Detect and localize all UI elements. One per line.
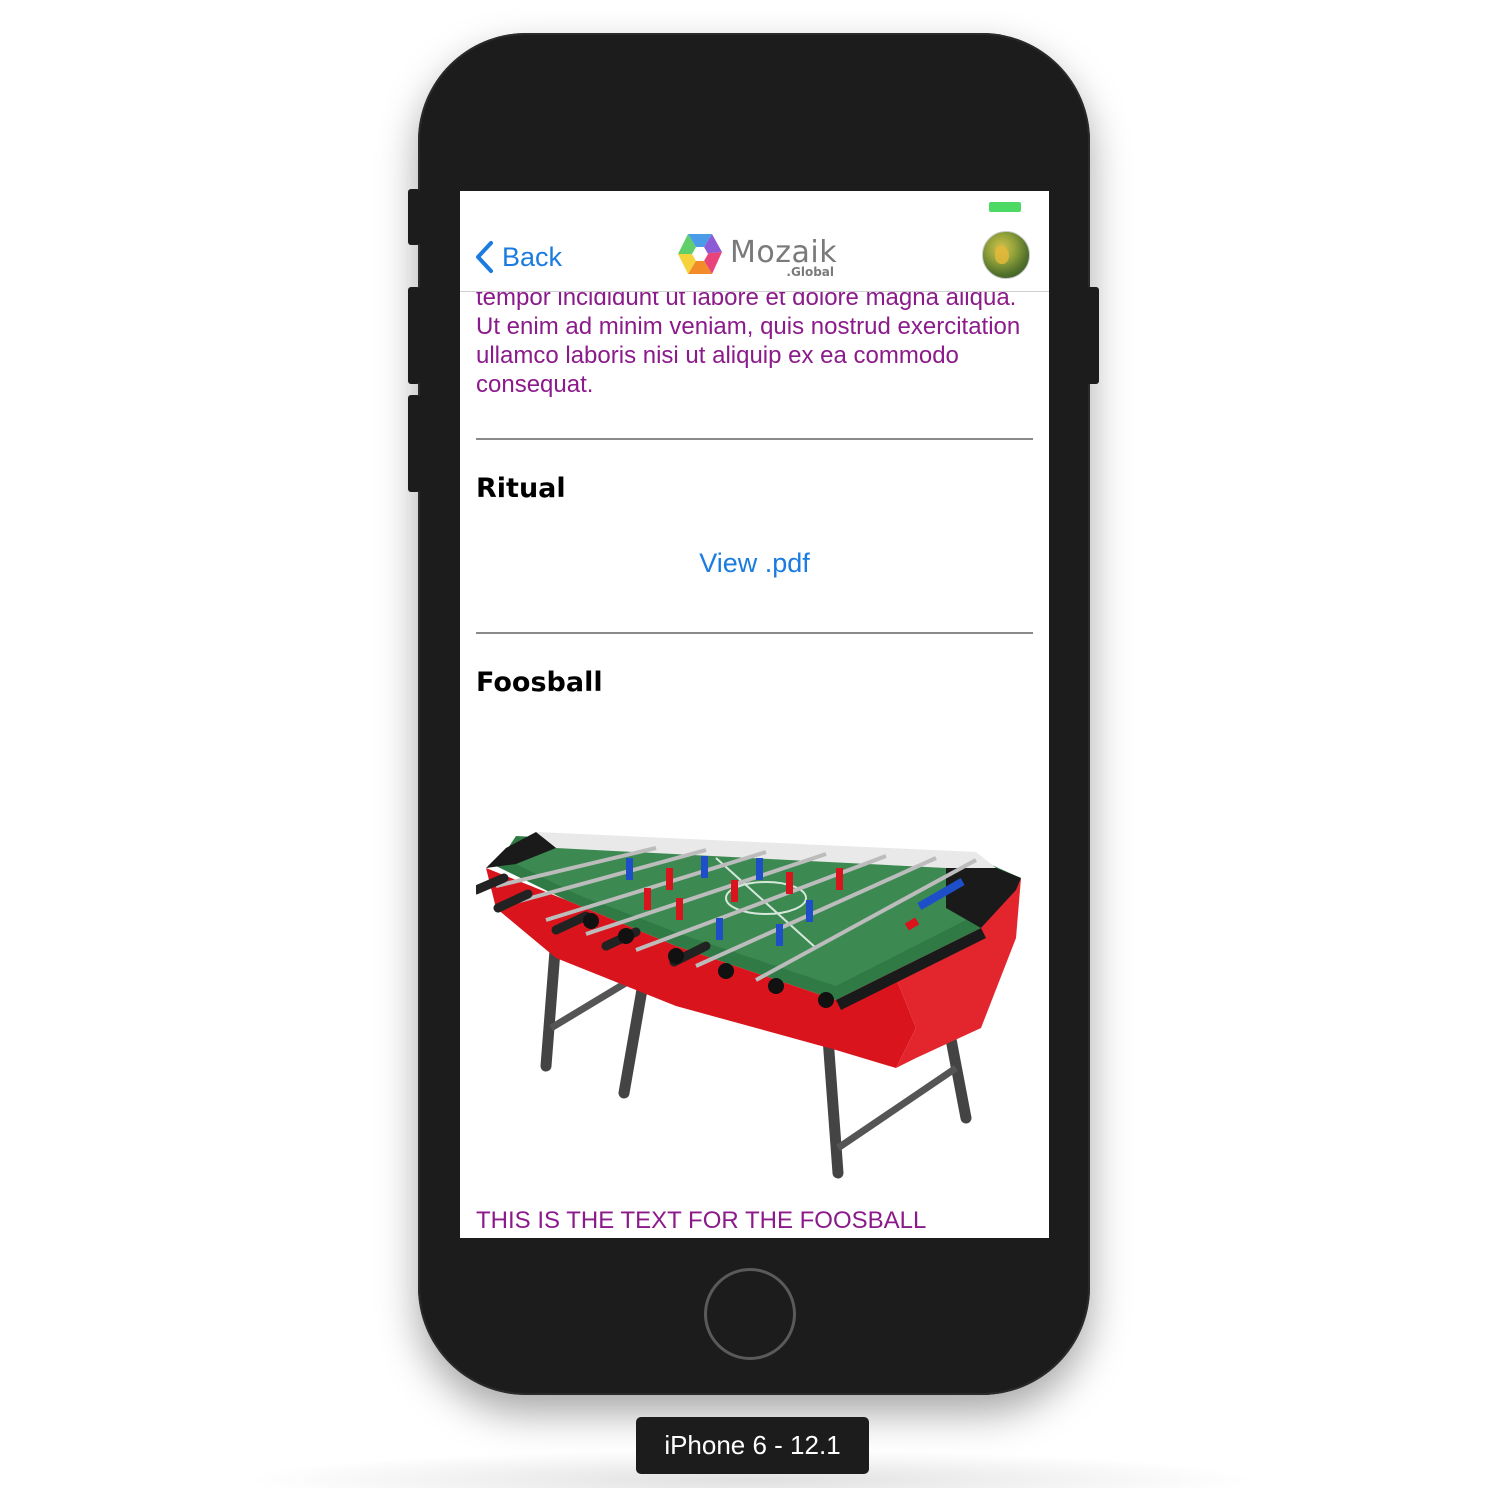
mute-switch bbox=[408, 189, 420, 245]
mozaik-logo: Mozaik .Global bbox=[676, 231, 842, 281]
app-screen: Back Mozaik .Global tempor incididunt ut… bbox=[460, 191, 1049, 1238]
back-button[interactable]: Back bbox=[474, 237, 562, 277]
profile-avatar[interactable] bbox=[982, 231, 1030, 279]
simulator-stage: Back Mozaik .Global tempor incididunt ut… bbox=[0, 0, 1488, 1488]
chevron-left-icon bbox=[474, 240, 494, 274]
section-divider bbox=[476, 632, 1033, 634]
hexagon-logo-icon bbox=[676, 232, 724, 281]
battery-icon bbox=[989, 202, 1021, 212]
intro-paragraph: tempor incididunt ut labore et dolore ma… bbox=[476, 284, 1021, 398]
logo-text: Mozaik .Global bbox=[730, 231, 842, 281]
device-label: iPhone 6 - 12.1 bbox=[636, 1417, 869, 1474]
section-divider bbox=[476, 438, 1033, 440]
section-title-ritual: Ritual bbox=[476, 473, 566, 504]
back-label: Back bbox=[502, 241, 563, 272]
status-bar bbox=[460, 191, 1049, 221]
home-button[interactable] bbox=[704, 1268, 796, 1360]
logo-suffix: .Global bbox=[786, 265, 834, 279]
volume-up-button[interactable] bbox=[408, 287, 420, 384]
power-button[interactable] bbox=[1087, 287, 1099, 384]
volume-down-button[interactable] bbox=[408, 395, 420, 492]
foosball-description: THIS IS THE TEXT FOR THE FOOSBALL TILE>>… bbox=[476, 1207, 1010, 1238]
foosball-table-image bbox=[476, 832, 1021, 1179]
section-title-foosball: Foosball bbox=[476, 667, 603, 698]
navigation-bar: Back Mozaik .Global bbox=[460, 221, 1049, 292]
view-pdf-link[interactable]: View .pdf bbox=[460, 548, 1049, 579]
